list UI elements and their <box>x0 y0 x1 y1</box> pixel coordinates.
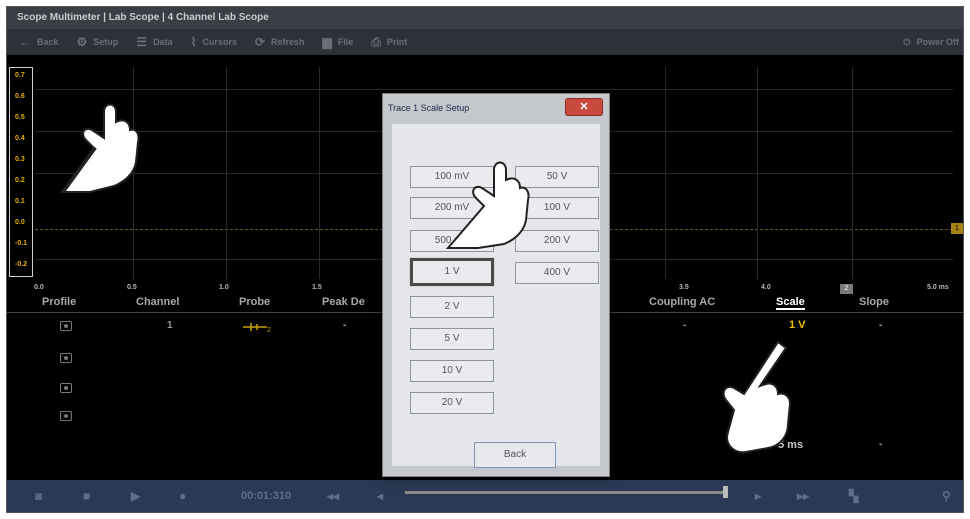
x-tick: 1.0 <box>219 284 229 291</box>
trigger-marker[interactable]: 2 <box>840 284 853 294</box>
y-tick: 0.1 <box>15 198 25 205</box>
refresh-label: Refresh <box>271 37 305 47</box>
window-title: Scope Multimeter | Lab Scope | 4 Channel… <box>7 7 963 29</box>
coupling-cell[interactable]: - <box>683 320 686 331</box>
data-icon: ☰ <box>136 35 148 49</box>
grid-line <box>35 89 953 90</box>
pointing-hand-icon <box>445 161 530 249</box>
grid-line <box>665 67 666 279</box>
eye-icon[interactable] <box>60 321 72 331</box>
skip-forward-icon[interactable]: ▸▸ <box>797 489 809 503</box>
back-button[interactable]: ← Back <box>19 35 59 49</box>
slope-cell[interactable]: - <box>879 320 882 331</box>
grid-line <box>852 67 853 279</box>
cursors-button[interactable]: ⌇ Cursors <box>191 35 237 49</box>
trace-1-marker[interactable]: 1 <box>951 223 963 234</box>
record-icon[interactable]: ● <box>179 489 186 503</box>
eye-icon[interactable] <box>60 383 72 393</box>
power-off-label: Power Off <box>916 37 959 47</box>
y-axis-scale[interactable]: 0.7 0.6 0.5 0.4 0.3 0.2 0.1 0.0 -0.1 -0.… <box>9 67 33 277</box>
app-window: Scope Multimeter | Lab Scope | 4 Channel… <box>6 6 964 513</box>
y-tick: -0.1 <box>15 240 28 247</box>
scale-option-5v[interactable]: 5 V <box>410 328 494 350</box>
setup-label: Setup <box>93 37 119 47</box>
toolbar: ← Back ⚙ Setup ☰ Data ⌇ Cursors ⟳ Refres… <box>7 29 963 55</box>
search-icon[interactable]: ⚲ <box>942 489 951 503</box>
cursors-icon: ⌇ <box>190 35 197 49</box>
grid-line <box>226 67 227 279</box>
probe-icon[interactable]: 2 <box>243 321 273 333</box>
file-button[interactable]: ▆ File <box>323 35 354 49</box>
col-profile[interactable]: Profile <box>42 296 76 308</box>
step-back-icon[interactable]: ◂ <box>377 489 383 503</box>
data-button[interactable]: ☰ Data <box>136 35 172 49</box>
dialog-back-button[interactable]: Back <box>474 442 556 468</box>
refresh-button[interactable]: ⟳ Refresh <box>255 35 305 49</box>
back-label: Back <box>37 37 59 47</box>
camera-icon[interactable]: ◙ <box>35 489 42 503</box>
col-scale[interactable]: Scale <box>776 296 805 310</box>
y-tick: 0.6 <box>15 93 25 100</box>
file-label: File <box>337 37 354 47</box>
y-tick: 0.4 <box>15 135 25 142</box>
scale-option-1v[interactable]: 1 V <box>410 258 494 286</box>
arrow-left-icon: ← <box>19 35 31 49</box>
col-channel[interactable]: Channel <box>136 296 179 308</box>
print-label: Print <box>386 37 408 47</box>
pointing-hand-icon <box>722 340 792 454</box>
x-tick: 1.5 <box>312 284 322 291</box>
x-tick: 0.0 <box>34 284 44 291</box>
x-tick: 5.0 ms <box>927 284 949 291</box>
playback-slider[interactable] <box>405 491 728 494</box>
data-label: Data <box>153 37 173 47</box>
svg-text:2: 2 <box>267 327 271 333</box>
eye-icon[interactable] <box>60 411 72 421</box>
slope-cell[interactable]: - <box>879 439 882 450</box>
scale-option-20v[interactable]: 20 V <box>410 392 494 414</box>
skip-back-icon[interactable]: ◂◂ <box>327 489 339 503</box>
col-slope[interactable]: Slope <box>859 296 889 308</box>
power-off-button[interactable]: ⏻ Power Off <box>903 29 959 55</box>
scale-cell[interactable]: 1 V <box>789 319 806 331</box>
playback-slider-thumb[interactable] <box>723 486 728 498</box>
scale-option-10v[interactable]: 10 V <box>410 360 494 382</box>
elapsed-time: 00:01:310 <box>241 490 292 502</box>
scale-option-400v[interactable]: 400 V <box>515 262 599 284</box>
y-tick: 0.2 <box>15 177 25 184</box>
close-button[interactable]: ✕ <box>565 98 603 116</box>
folder-icon: ▆ <box>322 35 332 49</box>
grid-line <box>757 67 758 279</box>
y-tick: 0.5 <box>15 114 25 121</box>
bottom-bar: ◙ ■ ▶ ● 00:01:310 ◂◂ ◂ ▸ ▸▸ ▚ ⚲ <box>7 480 963 512</box>
y-tick: -0.2 <box>15 261 28 268</box>
cursors-label: Cursors <box>202 37 237 47</box>
channel-cell[interactable]: 1 <box>167 320 173 331</box>
x-tick: 4.0 <box>761 284 771 291</box>
col-peak-detect[interactable]: Peak De <box>322 296 365 308</box>
power-icon: ⏻ <box>903 36 911 47</box>
y-tick: 0.0 <box>15 219 25 226</box>
setup-button[interactable]: ⚙ Setup <box>77 35 119 49</box>
scale-option-2v[interactable]: 2 V <box>410 296 494 318</box>
peak-detect-cell[interactable]: - <box>343 320 346 331</box>
printer-icon: ⎙ <box>371 34 381 49</box>
y-tick: 0.7 <box>15 72 25 79</box>
play-icon[interactable]: ▶ <box>131 489 140 503</box>
zoom-fit-icon[interactable]: ▚ <box>849 489 858 503</box>
x-tick: 3.5 <box>679 284 689 291</box>
print-button[interactable]: ⎙ Print <box>371 35 407 50</box>
x-tick: 0.5 <box>127 284 137 291</box>
eye-icon[interactable] <box>60 353 72 363</box>
y-tick: 0.3 <box>15 156 25 163</box>
refresh-icon: ⟳ <box>254 35 266 49</box>
col-coupling[interactable]: Coupling AC <box>649 296 715 308</box>
setup-icon: ⚙ <box>76 35 88 49</box>
col-probe[interactable]: Probe <box>239 296 270 308</box>
pointing-hand-icon <box>60 103 140 193</box>
step-forward-icon[interactable]: ▸ <box>755 489 761 503</box>
stop-icon[interactable]: ■ <box>83 489 90 503</box>
grid-line <box>319 67 320 279</box>
